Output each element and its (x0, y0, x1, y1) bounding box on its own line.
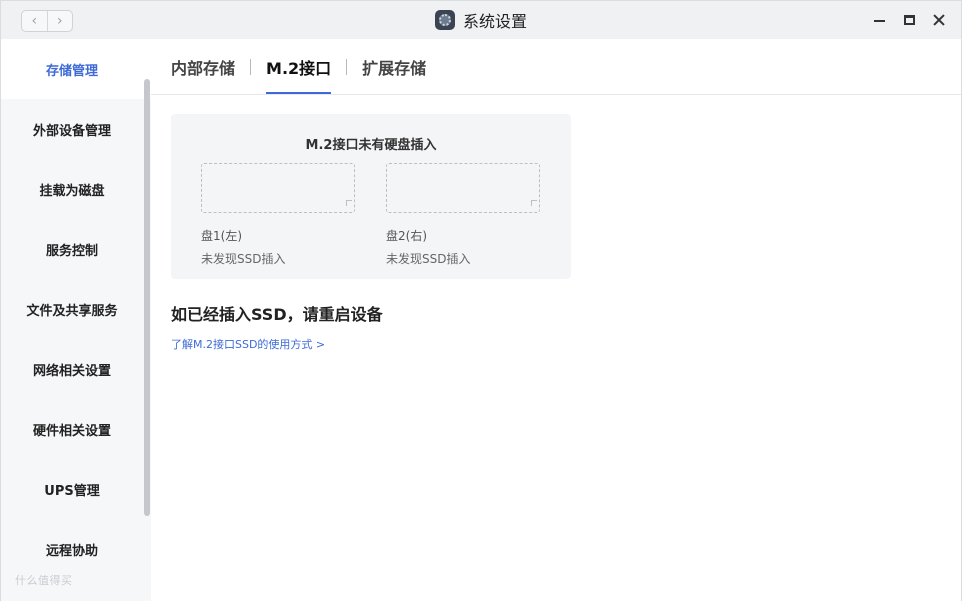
tab-divider (250, 58, 252, 75)
m2-panel-title: M.2接口未有硬盘插入 (305, 138, 437, 153)
disk-slot-2-status: 未发现SSD插入 (386, 252, 471, 266)
watermark: 什么值得买 (15, 574, 73, 587)
sidebar-item-storage[interactable]: 存储管理 (1, 39, 151, 99)
settings-window: ‹ › 系统设置 存储管理 外部设备管理 挂载为磁盘 服务控制 文件及共享服务 … (0, 0, 962, 601)
sidebar-item-network[interactable]: 网络相关设置 (1, 339, 151, 399)
tab-bar: 内部存储 M.2接口 扩展存储 (151, 39, 961, 95)
disk-slot-2 (386, 163, 540, 213)
sidebar-item-external-devices[interactable]: 外部设备管理 (1, 99, 151, 159)
sidebar-item-hardware[interactable]: 硬件相关设置 (1, 399, 151, 459)
nav-buttons: ‹ › (21, 10, 73, 32)
window-controls (871, 10, 947, 30)
sidebar-item-service-control[interactable]: 服务控制 (1, 219, 151, 279)
tab-m2-interface[interactable]: M.2接口 (266, 39, 332, 95)
title-bar: ‹ › 系统设置 (1, 1, 961, 39)
back-button[interactable]: ‹ (22, 11, 47, 31)
disk-slot-1-label: 盘1(左) (201, 229, 242, 243)
disk-slot-1-status: 未发现SSD插入 (201, 252, 286, 266)
window-title: 系统设置 (462, 12, 527, 31)
maximize-button[interactable] (901, 12, 917, 28)
chevron-left-icon: ‹ (31, 13, 38, 29)
settings-app-icon (434, 10, 455, 30)
chevron-right-icon: › (56, 13, 63, 29)
forward-button[interactable]: › (46, 11, 73, 31)
close-icon (933, 14, 945, 26)
sidebar-scrollbar[interactable] (144, 79, 150, 516)
m2-status-panel: M.2接口未有硬盘插入 盘1(左) 未发现SSD插入 盘2(右) 未发现SSD插… (171, 114, 571, 279)
tab-divider (346, 58, 348, 75)
close-button[interactable] (931, 12, 947, 28)
sidebar-item-file-sharing[interactable]: 文件及共享服务 (1, 279, 151, 339)
minimize-icon (873, 20, 885, 22)
maximize-icon (903, 15, 915, 25)
disk-slot-1 (201, 163, 355, 213)
window-title-group: 系统设置 (1, 1, 961, 39)
tab-expansion-storage[interactable]: 扩展存储 (362, 39, 426, 95)
minimize-button[interactable] (871, 12, 887, 28)
restart-hint-heading: 如已经插入SSD，请重启设备 (171, 305, 383, 324)
sidebar: 存储管理 外部设备管理 挂载为磁盘 服务控制 文件及共享服务 网络相关设置 硬件… (1, 39, 151, 601)
tab-internal-storage[interactable]: 内部存储 (171, 39, 235, 95)
sidebar-item-ups[interactable]: UPS管理 (1, 459, 151, 519)
learn-m2-usage-link[interactable]: 了解M.2接口SSD的使用方式 > (171, 336, 325, 352)
main-content: 内部存储 M.2接口 扩展存储 M.2接口未有硬盘插入 盘1(左) 未发现SSD… (151, 39, 961, 601)
disk-slot-2-label: 盘2(右) (386, 229, 427, 243)
sidebar-item-mount-disk[interactable]: 挂载为磁盘 (1, 159, 151, 219)
sidebar-item-remote-assist[interactable]: 远程协助 (1, 519, 151, 579)
